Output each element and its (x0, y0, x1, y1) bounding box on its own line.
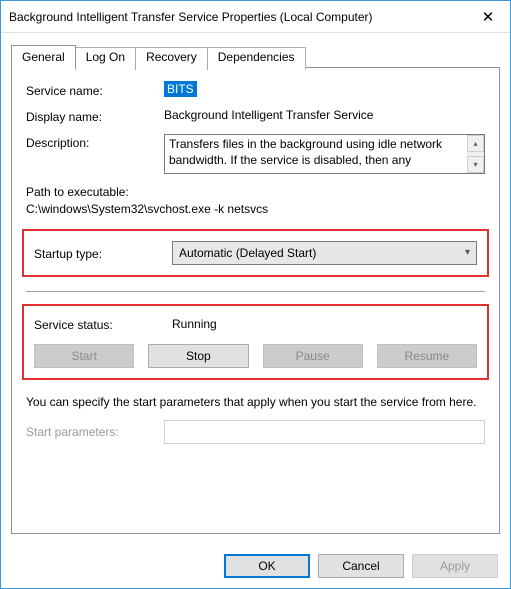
tab-dependencies[interactable]: Dependencies (207, 47, 306, 70)
start-parameters-label: Start parameters: (26, 425, 164, 439)
stop-button-label: Stop (186, 349, 211, 363)
description-scrollbar[interactable]: ▴ ▾ (467, 135, 484, 173)
resume-button-label: Resume (405, 349, 450, 363)
close-button[interactable]: ✕ (466, 1, 510, 33)
startup-highlight: Startup type: Automatic (Delayed Start) … (22, 229, 489, 277)
startup-type-row: Startup type: Automatic (Delayed Start) … (34, 241, 477, 265)
description-label: Description: (26, 134, 164, 150)
start-button: Start (34, 344, 134, 368)
pause-button: Pause (263, 344, 363, 368)
startup-type-value: Automatic (Delayed Start) (179, 246, 316, 260)
chevron-down-icon: ▾ (465, 247, 470, 258)
service-status-row: Service status: Running (34, 316, 477, 332)
apply-button: Apply (412, 554, 498, 578)
ok-button-label: OK (258, 559, 275, 573)
cancel-button[interactable]: Cancel (318, 554, 404, 578)
start-button-label: Start (71, 349, 96, 363)
service-name-value: BITS (164, 82, 197, 96)
titlebar: Background Intelligent Transfer Service … (1, 1, 510, 33)
display-name-label: Display name: (26, 108, 164, 124)
dialog-footer: OK Cancel Apply (1, 544, 510, 588)
close-icon: ✕ (482, 8, 495, 26)
scroll-up-icon[interactable]: ▴ (467, 135, 484, 152)
tab-recovery-label: Recovery (146, 50, 197, 64)
display-name-row: Display name: Background Intelligent Tra… (26, 108, 485, 124)
tab-strip: General Log On Recovery Dependencies (11, 45, 500, 68)
service-name-label: Service name: (26, 82, 164, 98)
tab-general[interactable]: General (11, 45, 76, 68)
path-value: C:\windows\System32\svchost.exe -k netsv… (26, 201, 485, 218)
startup-type-label: Startup type: (34, 245, 172, 261)
tab-dependencies-label: Dependencies (218, 50, 295, 64)
tab-logon[interactable]: Log On (75, 47, 136, 70)
description-row: Description: Transfers files in the back… (26, 134, 485, 174)
service-status-value: Running (172, 317, 217, 331)
service-name-row: Service name: BITS (26, 82, 485, 98)
apply-button-label: Apply (440, 559, 470, 573)
pause-button-label: Pause (296, 349, 330, 363)
tab-recovery[interactable]: Recovery (135, 47, 208, 70)
help-text: You can specify the start parameters tha… (26, 394, 485, 410)
divider (26, 291, 485, 292)
cancel-button-label: Cancel (342, 559, 379, 573)
status-highlight: Service status: Running Start Stop Pause… (22, 304, 489, 380)
service-name-text: BITS (164, 81, 197, 97)
startup-type-select[interactable]: Automatic (Delayed Start) ▾ (172, 241, 477, 265)
start-parameters-row: Start parameters: (26, 420, 485, 444)
path-block: Path to executable: C:\windows\System32\… (26, 184, 485, 219)
path-label: Path to executable: (26, 184, 485, 201)
stop-button[interactable]: Stop (148, 344, 248, 368)
content-area: General Log On Recovery Dependencies Ser… (1, 33, 510, 544)
start-parameters-input[interactable] (164, 420, 485, 444)
service-control-buttons: Start Stop Pause Resume (34, 344, 477, 368)
description-box: Transfers files in the background using … (164, 134, 485, 174)
tab-panel-general: Service name: BITS Display name: Backgro… (11, 67, 500, 534)
description-text: Transfers files in the background using … (165, 135, 467, 173)
dialog-window: Background Intelligent Transfer Service … (0, 0, 511, 589)
ok-button[interactable]: OK (224, 554, 310, 578)
tab-logon-label: Log On (86, 50, 125, 64)
scroll-down-icon[interactable]: ▾ (467, 156, 484, 173)
service-status-label: Service status: (34, 316, 172, 332)
window-title: Background Intelligent Transfer Service … (9, 10, 466, 24)
display-name-value: Background Intelligent Transfer Service (164, 108, 373, 122)
tab-general-label: General (22, 50, 65, 64)
resume-button: Resume (377, 344, 477, 368)
